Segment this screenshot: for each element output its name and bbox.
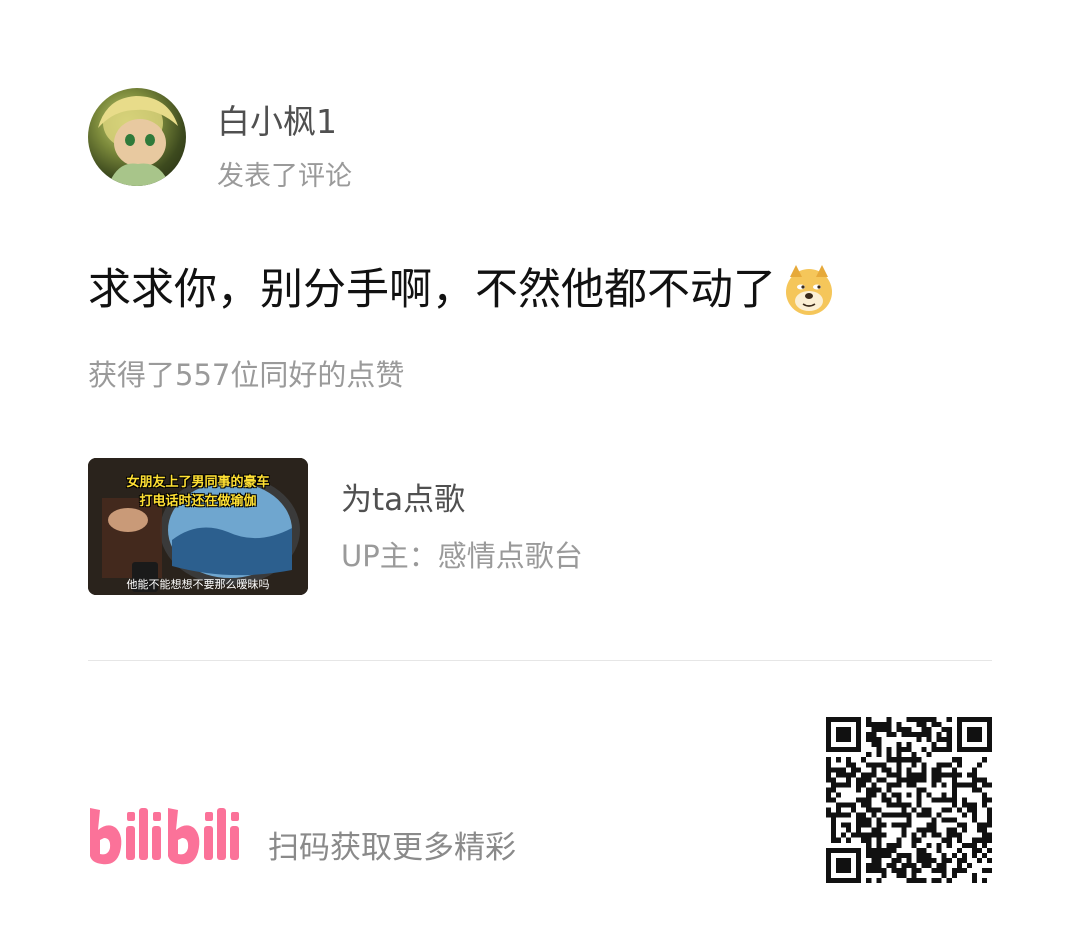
user-name[interactable]: 白小枫1 xyxy=(217,100,337,144)
video-title[interactable]: 为ta点歌 xyxy=(341,478,465,522)
thumbnail-caption-line1: 女朋友上了男同事的豪车 xyxy=(126,475,270,490)
video-thumbnail[interactable]: 女朋友上了男同事的豪车 打电话时还在做瑜伽 他能不能想想不要那么暧昧吗 xyxy=(88,458,308,595)
divider xyxy=(88,660,992,661)
user-avatar[interactable] xyxy=(88,88,186,186)
comment-text: 求求你，别分手啊，不然他都不动了 xyxy=(88,265,776,315)
doge-icon xyxy=(786,265,832,315)
scan-prompt-text: 扫码获取更多精彩 xyxy=(268,830,516,866)
likes-count-text: 获得了557位同好的点赞 xyxy=(88,358,405,392)
bilibili-logo xyxy=(90,808,239,865)
thumbnail-subtitle: 他能不能想想不要那么暧昧吗 xyxy=(126,578,270,591)
comment-text-row: 求求你，别分手啊，不然他都不动了 xyxy=(88,258,836,322)
thumbnail-caption-line2: 打电话时还在做瑜伽 xyxy=(139,494,257,509)
qr-code xyxy=(826,717,992,883)
user-action-label: 发表了评论 xyxy=(217,161,352,192)
video-uploader[interactable]: UP主：感情点歌台 xyxy=(341,535,583,577)
avatar-image xyxy=(98,96,178,186)
